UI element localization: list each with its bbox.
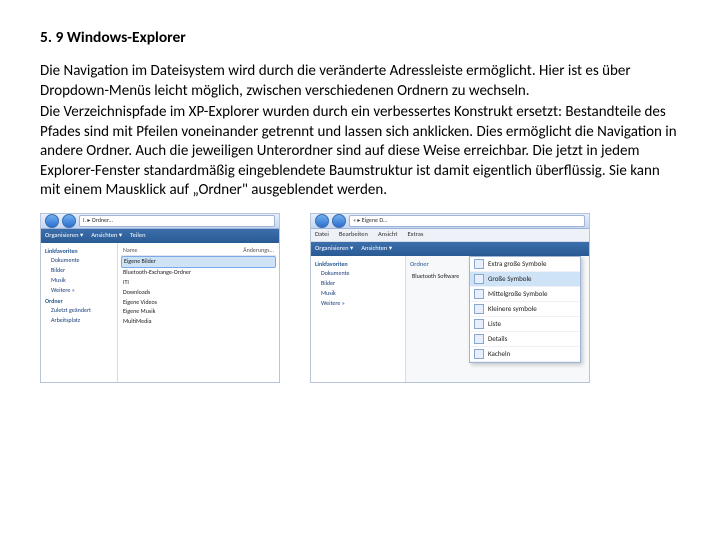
nav-item[interactable]: Musik (313, 289, 403, 299)
list-item[interactable]: MultiMedia (121, 317, 276, 327)
nav-item[interactable]: Weitere » (43, 286, 115, 296)
titlebar: I. ▸ Ordner... (41, 214, 279, 229)
figure-explorer-1: I. ▸ Ordner... Organisieren ▾ Ansichten … (40, 213, 280, 383)
list-item[interactable]: Bluetooth-Exchange-Ordner (121, 268, 276, 278)
nav-item[interactable]: Bilder (313, 279, 403, 289)
list-header[interactable]: Name Änderungs... (121, 246, 276, 257)
menu-view[interactable]: Ansicht (378, 230, 398, 238)
share-button[interactable]: Teilen (130, 231, 145, 239)
list-item[interactable]: Eigene Bilder (121, 256, 276, 268)
menu-bar: Datei Bearbeiten Ansicht Extras (311, 229, 589, 242)
view-option[interactable]: Mittelgroße Symbole (470, 287, 580, 302)
views-popup: Extra große Symbole Große Symbole Mittel… (469, 256, 581, 363)
address-bar[interactable]: I. ▸ Ordner... (79, 215, 275, 227)
paragraph-1: Die Navigation im Dateisystem wird durch… (40, 62, 680, 101)
paragraph-2: Die Verzeichnispfade im XP-Explorer wurd… (40, 103, 680, 201)
figure-explorer-2: « ▸ Eigene D... Datei Bearbeiten Ansicht… (310, 213, 590, 383)
list-item[interactable]: ITI (121, 278, 276, 288)
organize-button[interactable]: Organisieren ▾ (315, 244, 353, 252)
command-bar: Organisieren ▾ Ansichten ▾ (311, 242, 589, 256)
thumb-icon (474, 304, 484, 314)
view-option[interactable]: Details (470, 332, 580, 347)
thumb-icon (474, 259, 484, 269)
nav-group-favorites: Linkfavoriten (45, 248, 115, 256)
command-bar: Organisieren ▾ Ansichten ▾ Teilen (41, 229, 279, 243)
thumb-icon (474, 349, 484, 359)
back-icon[interactable] (315, 214, 329, 228)
view-option[interactable]: Große Symbole (470, 272, 580, 287)
nav-pane: Linkfavoriten Dokumente Bilder Musik Wei… (311, 256, 406, 383)
thumb-icon (474, 334, 484, 344)
breadcrumb-item[interactable]: I. ▸ Ordner... (83, 217, 113, 225)
nav-item[interactable]: Zuletzt geändert (43, 306, 115, 316)
titlebar: « ▸ Eigene D... (311, 214, 589, 229)
nav-pane: Linkfavoriten Dokumente Bilder Musik Wei… (41, 243, 118, 383)
view-option[interactable]: Extra große Symbole (470, 257, 580, 272)
thumb-icon (474, 274, 484, 284)
back-icon[interactable] (45, 214, 59, 228)
breadcrumb-item[interactable]: « ▸ Eigene D... (353, 217, 387, 225)
forward-icon[interactable] (62, 214, 76, 228)
views-button[interactable]: Ansichten ▾ (91, 231, 122, 239)
nav-item[interactable]: Arbeitsplatz (43, 316, 115, 326)
address-bar[interactable]: « ▸ Eigene D... (349, 215, 585, 227)
section-heading: 5. 9 Windows-Explorer (40, 28, 680, 48)
view-option[interactable]: Kleinere symbole (470, 302, 580, 317)
menu-edit[interactable]: Bearbeiten (339, 230, 368, 238)
organize-button[interactable]: Organisieren ▾ (45, 231, 83, 239)
nav-item[interactable]: Dokumente (43, 256, 115, 266)
views-button[interactable]: Ansichten ▾ (361, 244, 392, 252)
nav-item[interactable]: Musik (43, 276, 115, 286)
view-option[interactable]: Kacheln (470, 347, 580, 362)
menu-extras[interactable]: Extras (407, 230, 423, 238)
figure-row: I. ▸ Ordner... Organisieren ▾ Ansichten … (40, 213, 680, 383)
nav-item[interactable]: Bilder (43, 266, 115, 276)
thumb-icon (474, 319, 484, 329)
menu-file[interactable]: Datei (315, 230, 329, 238)
forward-icon[interactable] (332, 214, 346, 228)
nav-item[interactable]: Weitere » (313, 299, 403, 309)
list-item[interactable]: Downloads (121, 288, 276, 298)
nav-item[interactable]: Dokumente (313, 269, 403, 279)
list-item[interactable]: Eigene Videos (121, 298, 276, 308)
nav-group-folders: Ordner (45, 298, 115, 306)
view-option[interactable]: Liste (470, 317, 580, 332)
nav-group-favorites: Linkfavoriten (315, 261, 403, 269)
file-list: Name Änderungs... Eigene Bilder Bluetoot… (118, 243, 279, 383)
thumb-icon (474, 289, 484, 299)
list-item[interactable]: Eigene Musik (121, 307, 276, 317)
